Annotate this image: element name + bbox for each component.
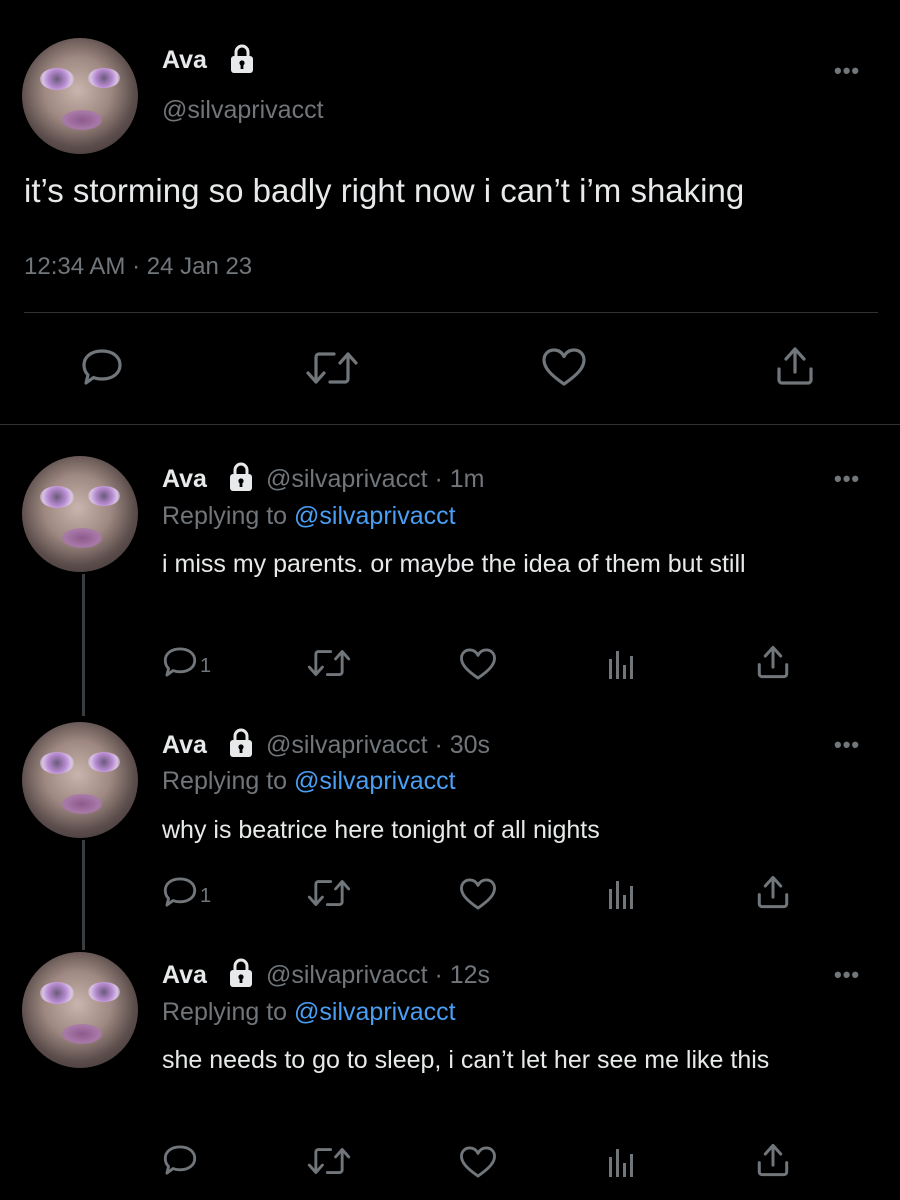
- analytics-button[interactable]: [607, 647, 635, 681]
- reply-count: 1: [200, 884, 212, 907]
- replying-to-label: Replying to: [162, 502, 288, 530]
- analytics-icon: [609, 1149, 633, 1177]
- retweet-button[interactable]: [306, 876, 352, 910]
- reply-icon: [82, 349, 122, 385]
- author-handle[interactable]: @silvaprivacct: [162, 96, 324, 125]
- reply-button[interactable]: 1: [162, 874, 211, 910]
- retweet-icon: [307, 880, 351, 906]
- tweet-text: it’s storming so badly right now i can’t…: [24, 172, 745, 209]
- author-handle-time[interactable]: @silvaprivacct · 12s: [266, 961, 490, 990]
- retweet-icon: [307, 1148, 351, 1174]
- divider: [24, 312, 878, 313]
- author-name[interactable]: Ava: [162, 731, 207, 760]
- more-icon[interactable]: •••: [834, 962, 860, 988]
- thread-line: [82, 574, 85, 716]
- lock-icon: [231, 44, 253, 73]
- share-icon: [757, 645, 789, 679]
- share-icon: [777, 347, 813, 385]
- retweet-button[interactable]: [306, 1144, 352, 1178]
- like-icon: [460, 878, 496, 910]
- thread-line: [82, 840, 85, 950]
- reply-button[interactable]: [80, 346, 124, 388]
- reply-icon: [163, 877, 197, 907]
- like-button[interactable]: [459, 647, 497, 681]
- lock-icon: [230, 958, 252, 987]
- tweet-text: she needs to go to sleep, i can’t let he…: [162, 1046, 770, 1074]
- replying-to: Replying to @silvaprivacct: [162, 998, 456, 1027]
- retweet-button[interactable]: [304, 348, 360, 388]
- replying-to: Replying to @silvaprivacct: [162, 767, 456, 796]
- author-handle-time[interactable]: @silvaprivacct · 1m: [266, 465, 484, 494]
- lock-icon: [230, 462, 252, 491]
- reply-button[interactable]: 1: [162, 644, 211, 680]
- author-name[interactable]: Ava: [162, 465, 207, 494]
- like-button[interactable]: [459, 1145, 497, 1179]
- like-button[interactable]: [459, 877, 497, 911]
- retweet-icon: [306, 352, 358, 384]
- replying-to-link[interactable]: @silvaprivacct: [294, 998, 456, 1026]
- analytics-button[interactable]: [607, 877, 635, 911]
- like-icon: [460, 1146, 496, 1178]
- share-button[interactable]: [755, 874, 791, 910]
- analytics-icon: [609, 881, 633, 909]
- retweet-icon: [307, 650, 351, 676]
- lock-icon: [230, 728, 252, 757]
- avatar[interactable]: [22, 38, 138, 154]
- replying-to-link[interactable]: @silvaprivacct: [294, 767, 456, 795]
- author-name[interactable]: Ava: [162, 961, 207, 990]
- reply-icon: [163, 1145, 197, 1175]
- share-icon: [757, 875, 789, 909]
- like-icon: [460, 648, 496, 680]
- tweet-text: i miss my parents. or maybe the idea of …: [162, 550, 746, 578]
- reply-button[interactable]: [162, 1142, 198, 1178]
- replying-to-link[interactable]: @silvaprivacct: [294, 502, 456, 530]
- analytics-button[interactable]: [607, 1145, 635, 1179]
- divider: [0, 424, 900, 425]
- avatar[interactable]: [22, 722, 138, 838]
- share-button[interactable]: [774, 345, 816, 387]
- author-name[interactable]: Ava: [162, 46, 207, 75]
- more-icon[interactable]: •••: [834, 58, 860, 84]
- like-icon: [542, 348, 586, 386]
- share-button[interactable]: [755, 644, 791, 680]
- avatar[interactable]: [22, 456, 138, 572]
- reply-icon: [163, 647, 197, 677]
- tweet-thread-page: Ava @silvaprivacct ••• it’s storming so …: [0, 0, 900, 1200]
- more-icon[interactable]: •••: [834, 466, 860, 492]
- replying-to: Replying to @silvaprivacct: [162, 502, 456, 531]
- like-button[interactable]: [541, 347, 587, 387]
- analytics-icon: [609, 651, 633, 679]
- share-icon: [757, 1143, 789, 1177]
- tweet-text: why is beatrice here tonight of all nigh…: [162, 816, 600, 844]
- tweet-timestamp[interactable]: 12:34 AM · 24 Jan 23: [24, 253, 252, 281]
- replying-to-label: Replying to: [162, 767, 288, 795]
- more-icon[interactable]: •••: [834, 732, 860, 758]
- replying-to-label: Replying to: [162, 998, 288, 1026]
- share-button[interactable]: [755, 1142, 791, 1178]
- retweet-button[interactable]: [306, 646, 352, 680]
- avatar[interactable]: [22, 952, 138, 1068]
- author-handle-time[interactable]: @silvaprivacct · 30s: [266, 731, 490, 760]
- reply-count: 1: [200, 654, 212, 677]
